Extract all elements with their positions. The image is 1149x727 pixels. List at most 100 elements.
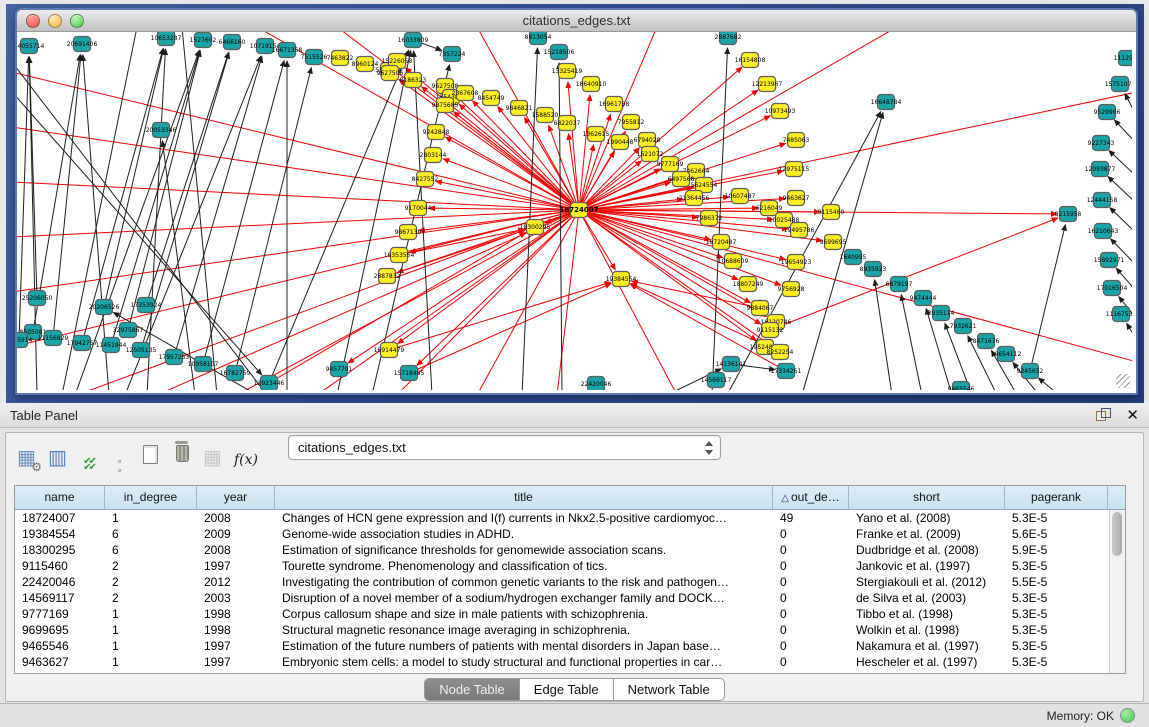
graph-node[interactable]: 12444158 (1087, 193, 1118, 208)
graph-node[interactable]: 1640995 (840, 250, 867, 265)
graph-node[interactable]: 6879197 (886, 277, 913, 292)
tab-network-table[interactable]: Network Table (614, 678, 725, 701)
graph-node[interactable]: 13325419 (552, 64, 583, 79)
graph-node[interactable]: 7986372 (696, 211, 723, 226)
graph-node[interactable]: 11451944 (96, 338, 127, 353)
table-scrollbar-thumb[interactable] (1112, 512, 1122, 556)
graph-node[interactable]: 8813054 (525, 32, 552, 45)
table-row[interactable]: 2242004622012Investigating the contribut… (15, 574, 1110, 590)
graph-node[interactable]: 7955812 (618, 115, 645, 130)
graph-node[interactable]: 15218506 (544, 45, 575, 60)
column-header-pagerank[interactable]: pagerank (1005, 486, 1108, 509)
graph-node[interactable]: 8935923 (860, 262, 887, 277)
function-builder-icon[interactable]: f(x) (231, 448, 261, 473)
table-selector-dropdown[interactable]: citations_edges.txt (288, 435, 721, 460)
minimize-window-icon[interactable] (48, 14, 62, 28)
graph-node[interactable]: 9115460 (818, 205, 845, 220)
table-row[interactable]: 946362711997Embryonic stem cells: a mode… (15, 654, 1110, 670)
table-row[interactable]: 977716911998Corpus callosum shape and si… (15, 606, 1110, 622)
graph-node[interactable]: 9457791 (326, 362, 353, 377)
float-panel-icon[interactable] (1096, 408, 1112, 422)
graph-node[interactable]: 18720487 (706, 235, 737, 250)
graph-node[interactable]: 16154808 (735, 53, 766, 68)
new-table-icon[interactable] (138, 442, 163, 467)
graph-node[interactable]: 8471676 (973, 334, 1000, 349)
graph-node[interactable]: 2887682 (715, 32, 742, 45)
graph-node[interactable]: 16033809 (398, 33, 429, 48)
column-header-short[interactable]: short (849, 486, 1005, 509)
show-columns-icon[interactable] (45, 445, 70, 470)
graph-node[interactable]: 16648784 (871, 95, 902, 110)
graph-node[interactable]: 16961758 (599, 97, 630, 112)
select-attributes-icon[interactable] (76, 453, 101, 478)
table-row[interactable]: 1938455462009Genome-wide association stu… (15, 526, 1110, 542)
table-row[interactable]: 946554611997Estimation of the future num… (15, 638, 1110, 654)
table-row[interactable]: 911546021997Tourette syndrome. Phenomeno… (15, 558, 1110, 574)
graph-node[interactable]: 12093877 (1085, 162, 1116, 177)
graph-node[interactable]: 9846821 (506, 101, 533, 116)
memory-status-indicator[interactable] (1120, 708, 1135, 723)
graph-node[interactable]: 16210643 (1088, 224, 1119, 239)
graph-node[interactable]: 9699695 (820, 235, 847, 250)
row-options-icon[interactable] (107, 454, 132, 479)
tab-edge-table[interactable]: Edge Table (520, 678, 614, 701)
graph-node[interactable]: 18807249 (733, 277, 764, 292)
graph-node[interactable]: 16353554 (384, 248, 415, 263)
resize-grip-icon[interactable] (1116, 374, 1130, 388)
graph-node[interactable]: 14569117 (701, 373, 732, 388)
graph-node[interactable]: 6794028 (634, 133, 661, 148)
column-header-name[interactable]: name (15, 486, 105, 509)
graph-node[interactable]: 22420046 (581, 377, 612, 391)
graph-node[interactable]: 8427552 (412, 172, 439, 187)
graph-node[interactable]: 10688609 (718, 254, 749, 269)
graph-node[interactable]: 7515526 (301, 50, 328, 65)
graph-node[interactable]: 18640910 (576, 77, 607, 92)
graph-node[interactable]: 7463822 (327, 51, 354, 66)
graph-node[interactable]: 16914479 (374, 343, 405, 358)
graph-node[interactable]: 2935114 (928, 306, 955, 321)
close-window-icon[interactable] (26, 14, 40, 28)
graph-node[interactable]: 12213967 (752, 77, 783, 92)
table-row[interactable]: 1872400712008Changes of HCN gene express… (15, 510, 1110, 526)
graph-node[interactable]: 17334261 (771, 364, 802, 379)
graph-node[interactable]: 20691406 (67, 37, 98, 52)
table-scrollbar[interactable] (1109, 510, 1125, 673)
graph-node[interactable]: 9242848 (423, 125, 450, 140)
graph-node[interactable]: 7357224 (439, 47, 466, 62)
maximize-window-icon[interactable] (70, 14, 84, 28)
graph-node[interactable]: 17957253 (159, 350, 190, 365)
graph-node[interactable]: 7932621 (950, 319, 977, 334)
network-window-titlebar[interactable]: citations_edges.txt (17, 10, 1136, 32)
graph-node[interactable]: 1112504 (1114, 51, 1132, 66)
graph-node[interactable]: 8215958 (1055, 207, 1082, 222)
graph-node[interactable]: 19654923 (781, 255, 812, 270)
column-header-title[interactable]: title (275, 486, 773, 509)
table-row[interactable]: 1830029562008Estimation of significance … (15, 542, 1110, 558)
tab-node-table[interactable]: Node Table (424, 678, 520, 701)
graph-node[interactable]: 8454749 (478, 91, 505, 106)
graph-node[interactable]: 12923446 (254, 376, 285, 391)
graph-node[interactable]: 6466160 (219, 35, 246, 50)
graph-node[interactable]: 7485063 (783, 133, 810, 148)
graph-node[interactable]: 12975115 (779, 162, 810, 177)
graph-node[interactable]: 10653287 (151, 32, 182, 46)
graph-node[interactable]: 9529966 (1094, 105, 1121, 120)
table-row[interactable]: 969969511998Structural magnetic resonanc… (15, 622, 1110, 638)
graph-node[interactable]: 8960124 (352, 57, 379, 72)
graph-node[interactable]: 1621072 (637, 147, 664, 162)
graph-node[interactable]: 25206050 (22, 291, 53, 306)
table-row[interactable]: 1456911722003Disruption of a novel membe… (15, 590, 1110, 606)
graph-node[interactable]: 20053346 (146, 123, 177, 138)
column-header-year[interactable]: year (197, 486, 275, 509)
graph-node[interactable]: 10654112 (991, 347, 1022, 362)
graph-node[interactable]: 9463627 (783, 191, 810, 206)
graph-node[interactable]: 11167531 (1106, 307, 1132, 322)
close-panel-icon[interactable]: ✕ (1126, 408, 1139, 423)
graph-node[interactable]: 1527602 (190, 33, 217, 48)
network-canvas[interactable]: 2405571420691406106532871527602646616010… (17, 32, 1132, 390)
graph-node[interactable]: 9884067 (747, 301, 774, 316)
column-header-in_degree[interactable]: in_degree (105, 486, 197, 509)
graph-node[interactable]: 2803144 (420, 148, 447, 163)
graph-node[interactable]: 9474444 (910, 291, 937, 306)
graph-node[interactable]: 17016504 (1097, 281, 1128, 296)
